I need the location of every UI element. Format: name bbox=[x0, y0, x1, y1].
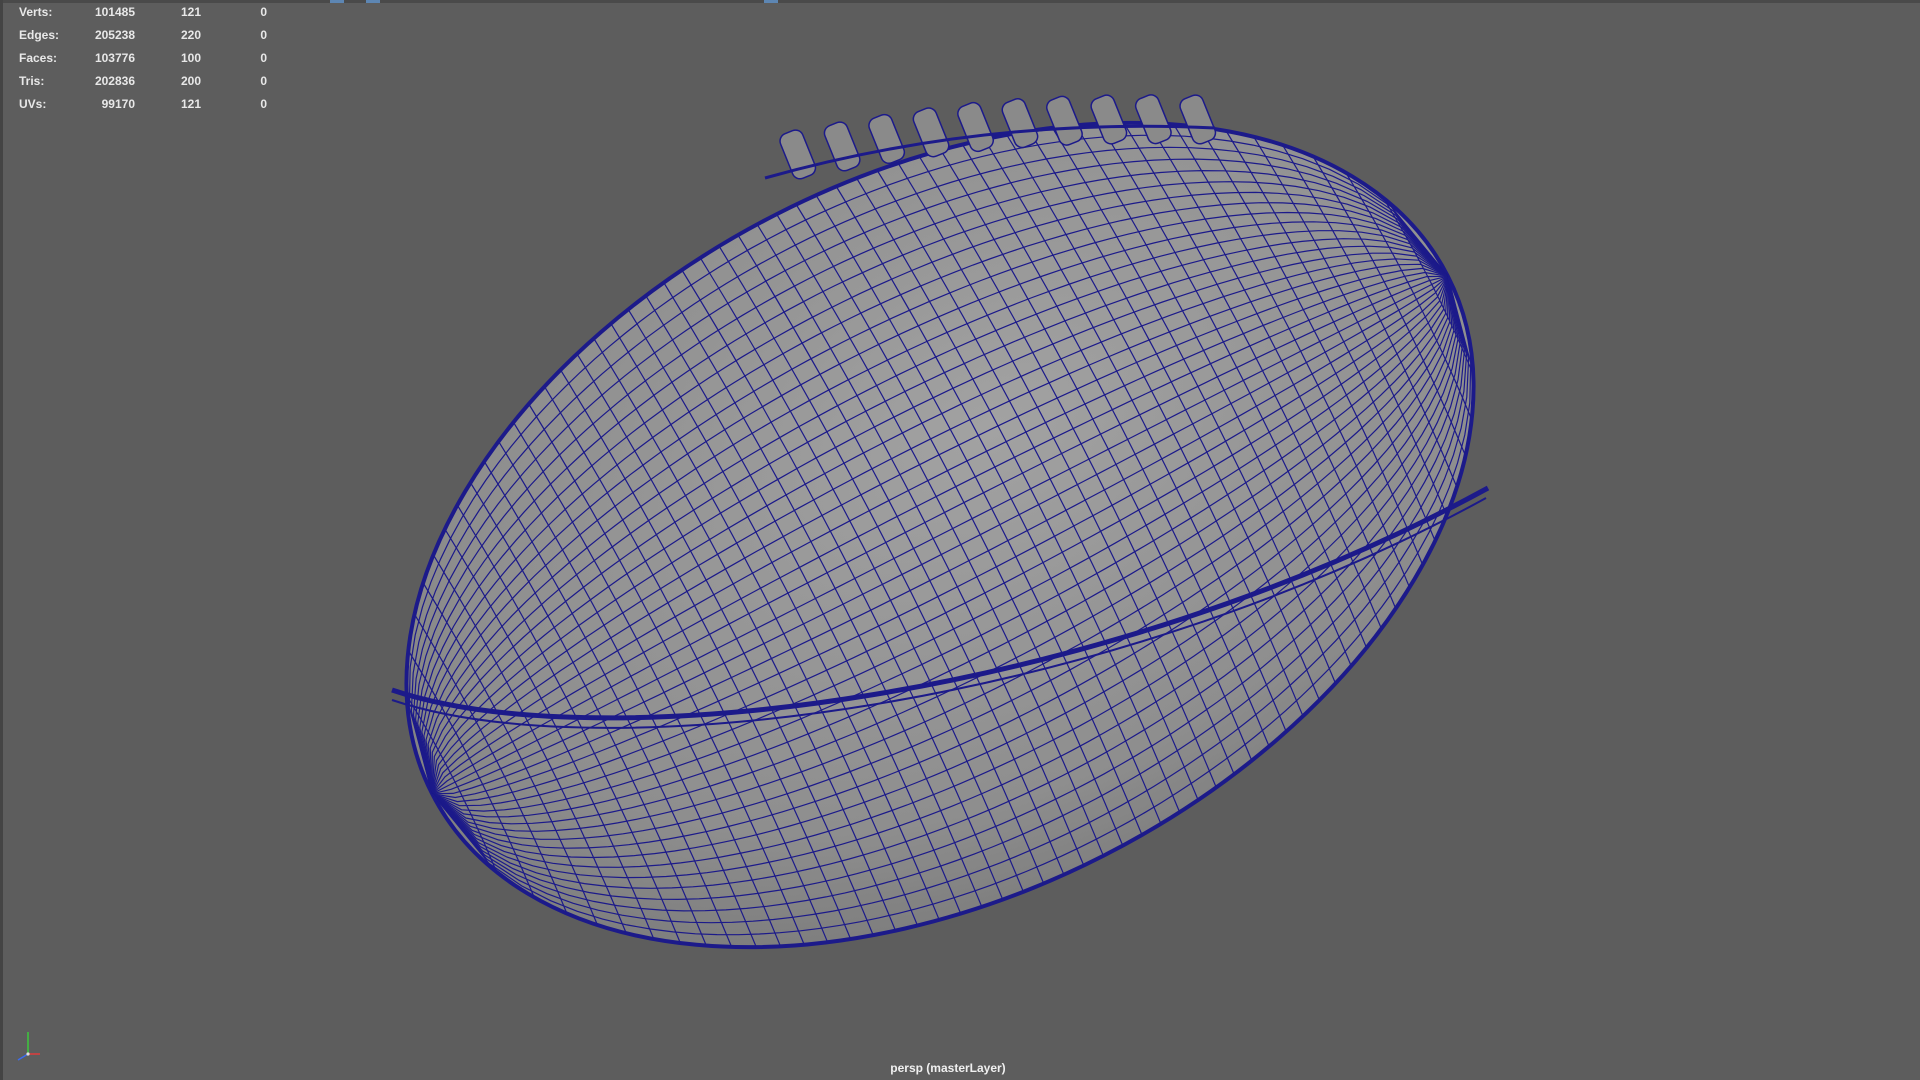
football-mesh-wireframe[interactable] bbox=[0, 0, 1920, 1080]
hud-component: 0 bbox=[260, 5, 267, 19]
hud-label: Edges: bbox=[19, 28, 60, 42]
hud-selected: 121 bbox=[180, 5, 201, 19]
camera-name-label: persp (masterLayer) bbox=[890, 1061, 1006, 1075]
hud-component: 0 bbox=[260, 28, 267, 42]
hud-label: Faces: bbox=[19, 51, 58, 65]
hud-selected: 100 bbox=[180, 51, 201, 65]
football-body bbox=[404, 120, 1476, 950]
hud-total: 202836 bbox=[94, 74, 135, 88]
hud-label: UVs: bbox=[19, 97, 47, 111]
hud-row-faces: Faces: 103776 100 0 bbox=[0, 50, 280, 66]
hud-component: 0 bbox=[260, 74, 267, 88]
lace-stitch bbox=[912, 107, 950, 158]
hud-total: 101485 bbox=[94, 5, 135, 19]
hud-component: 0 bbox=[260, 97, 267, 111]
hud-row-tris: Tris: 202836 200 0 bbox=[0, 73, 280, 89]
hud-row-edges: Edges: 205238 220 0 bbox=[0, 27, 280, 43]
hud-component: 0 bbox=[260, 51, 267, 65]
hud-total: 205238 bbox=[94, 28, 135, 42]
lace-stitch bbox=[868, 113, 906, 165]
axis-gizmo-icon bbox=[17, 1032, 40, 1061]
hud-total: 103776 bbox=[94, 51, 135, 65]
3d-viewport[interactable]: Verts: 101485 121 0 Edges: 205238 220 0 … bbox=[0, 0, 1920, 1080]
hud-row-uvs: UVs: 99170 121 0 bbox=[0, 96, 280, 112]
hud-label: Verts: bbox=[19, 5, 53, 19]
hud-selected: 200 bbox=[180, 74, 201, 88]
hud-selected: 121 bbox=[180, 97, 201, 111]
hud-total: 99170 bbox=[101, 97, 135, 111]
hud-row-verts: Verts: 101485 121 0 bbox=[0, 4, 280, 20]
hud-selected: 220 bbox=[180, 28, 201, 42]
hud-label: Tris: bbox=[19, 74, 45, 88]
lace-stitch bbox=[823, 121, 861, 172]
